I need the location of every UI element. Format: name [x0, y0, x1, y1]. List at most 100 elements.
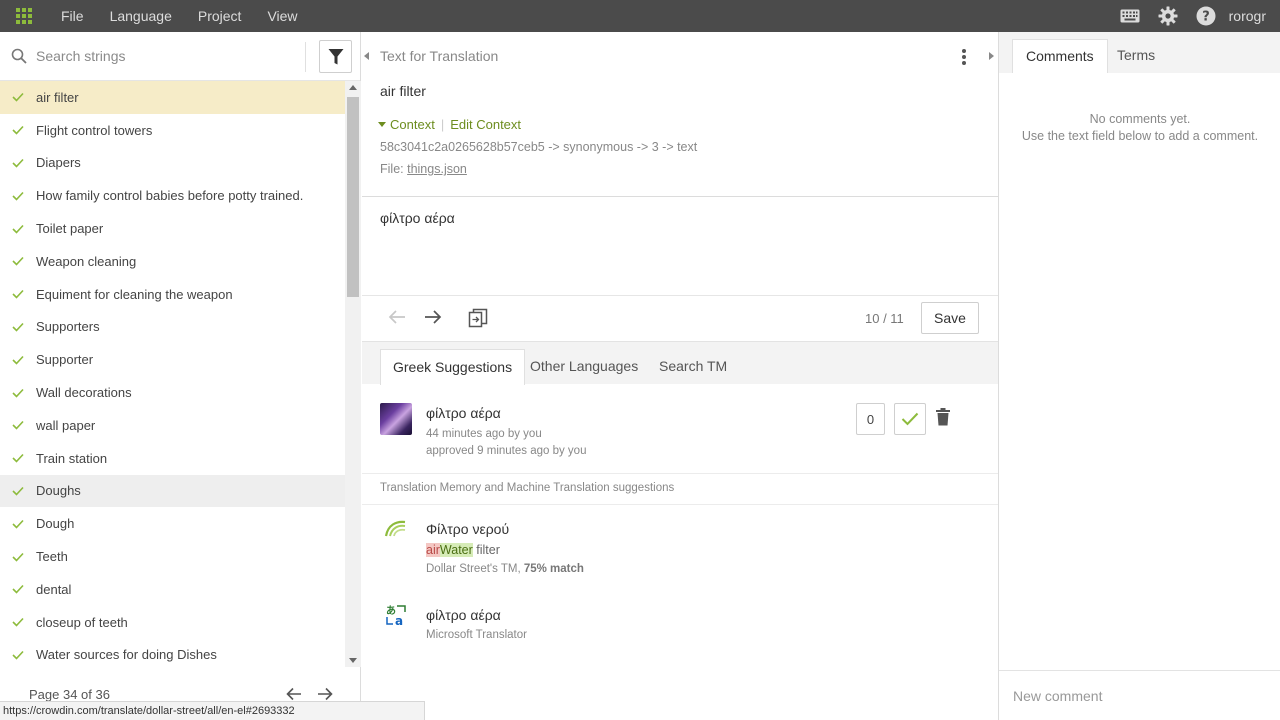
- string-label: Wall decorations: [36, 385, 132, 401]
- no-comments-hint: Use the text field below to add a commen…: [1021, 129, 1259, 143]
- top-bar: File Language Project View ? rorogr: [0, 0, 1280, 32]
- divider: [362, 473, 998, 474]
- string-item[interactable]: Dough: [0, 507, 345, 540]
- status-bar-url: https://crowdin.com/translate/dollar-str…: [0, 701, 425, 720]
- edit-context-link[interactable]: Edit Context: [450, 117, 521, 132]
- string-item[interactable]: Weapon cleaning: [0, 245, 345, 278]
- string-label: air filter: [36, 89, 79, 105]
- keyboard-shortcuts-button[interactable]: [1111, 0, 1149, 32]
- save-button[interactable]: Save: [921, 302, 979, 334]
- new-comment-input[interactable]: [999, 671, 1280, 720]
- string-item[interactable]: Toilet paper: [0, 212, 345, 245]
- string-counter: 10 / 11: [865, 311, 904, 326]
- string-item[interactable]: Supporters: [0, 311, 345, 344]
- keyboard-icon: [1120, 9, 1140, 23]
- check-icon: [0, 388, 36, 398]
- username[interactable]: rorogr: [1225, 8, 1280, 24]
- search-input[interactable]: [30, 42, 298, 70]
- tab-other-languages[interactable]: Other Languages: [518, 349, 650, 385]
- string-item[interactable]: Teeth: [0, 540, 345, 573]
- copy-source-icon[interactable]: [468, 308, 488, 328]
- check-icon: [901, 412, 919, 426]
- string-item[interactable]: Diapers: [0, 147, 345, 180]
- string-item[interactable]: Equiment for cleaning the weapon: [0, 278, 345, 311]
- check-icon: [0, 453, 36, 463]
- mt-suggestion-text[interactable]: φίλτρο αέρα: [426, 607, 501, 623]
- divider: [362, 295, 998, 296]
- string-label: How family control babies before potty t…: [36, 188, 304, 204]
- string-label: Doughs: [36, 483, 81, 499]
- approve-button[interactable]: [894, 403, 926, 435]
- check-icon: [0, 617, 36, 627]
- tm-suggestion-text[interactable]: Φίλτρο νερού: [426, 521, 509, 537]
- check-icon: [0, 224, 36, 234]
- tm-diff: airWater filter: [426, 543, 500, 557]
- filter-button[interactable]: [319, 40, 352, 73]
- tab-greek-suggestions[interactable]: Greek Suggestions: [380, 349, 526, 385]
- string-list-scrollbar[interactable]: [345, 81, 361, 667]
- next-page-arrow-icon[interactable]: [317, 687, 333, 701]
- string-item[interactable]: dental: [0, 573, 345, 606]
- svg-text:?: ?: [1202, 10, 1210, 25]
- svg-text:a: a: [395, 614, 403, 626]
- search-divider: [305, 42, 306, 72]
- string-item[interactable]: air filter: [0, 81, 345, 114]
- file-link[interactable]: things.json: [407, 162, 467, 176]
- string-item[interactable]: Supporter: [0, 343, 345, 376]
- string-item[interactable]: Train station: [0, 442, 345, 475]
- prev-string-arrow-icon[interactable]: [388, 309, 406, 325]
- diff-deleted: air: [426, 543, 440, 557]
- more-options-icon[interactable]: [958, 47, 970, 67]
- file-label: File:: [380, 162, 404, 176]
- menu-file[interactable]: File: [48, 0, 97, 32]
- context-row: Context | Edit Context: [378, 117, 521, 132]
- caret-down-icon: [378, 122, 386, 127]
- no-comments-message: No comments yet. Use the text field belo…: [999, 111, 1280, 145]
- no-comments-line: No comments yet.: [1089, 112, 1191, 126]
- context-key: 58c3041c2a0265628b57ceb5 -> synonymous -…: [380, 140, 698, 154]
- menu-project[interactable]: Project: [185, 0, 255, 32]
- string-item[interactable]: Doughs: [0, 474, 345, 508]
- tab-terms[interactable]: Terms: [1104, 39, 1168, 73]
- scroll-down-arrow-icon[interactable]: [349, 658, 357, 663]
- string-label: wall paper: [36, 417, 96, 433]
- string-item[interactable]: Water sources for doing Dishes: [0, 639, 345, 667]
- vote-count[interactable]: 0: [856, 403, 885, 435]
- suggestions-tabs: Greek Suggestions Other Languages Search…: [362, 341, 998, 385]
- tm-logo-icon: [384, 520, 406, 537]
- right-tabs: Comments Terms: [999, 32, 1280, 73]
- string-label: Equiment for cleaning the weapon: [36, 286, 233, 302]
- menu-language[interactable]: Language: [97, 0, 185, 32]
- string-label: Water sources for doing Dishes: [36, 647, 217, 663]
- trash-icon[interactable]: [936, 408, 950, 426]
- context-toggle[interactable]: Context: [390, 117, 435, 132]
- string-label: Diapers: [36, 155, 81, 171]
- scroll-up-arrow-icon[interactable]: [349, 85, 357, 90]
- string-item[interactable]: Wall decorations: [0, 376, 345, 409]
- strings-panel: air filter Flight control towers Diapers…: [0, 32, 361, 720]
- collapse-right-panel-icon[interactable]: [989, 52, 994, 60]
- string-item[interactable]: How family control babies before potty t…: [0, 179, 345, 212]
- check-icon: [0, 519, 36, 529]
- check-icon: [0, 158, 36, 168]
- collapse-left-panel-icon[interactable]: [364, 52, 369, 60]
- string-item[interactable]: Flight control towers: [0, 114, 345, 147]
- help-icon: ?: [1196, 6, 1216, 26]
- string-label: Train station: [36, 450, 108, 466]
- scroll-thumb[interactable]: [347, 97, 359, 297]
- prev-page-arrow-icon[interactable]: [286, 687, 302, 701]
- tab-search-tm[interactable]: Search TM: [647, 349, 739, 385]
- menu-view[interactable]: View: [254, 0, 310, 32]
- settings-button[interactable]: [1149, 0, 1187, 32]
- string-label: Dough: [36, 516, 75, 532]
- apps-grid-button[interactable]: [0, 0, 48, 32]
- next-string-arrow-icon[interactable]: [424, 309, 442, 325]
- tab-comments[interactable]: Comments: [1012, 39, 1108, 73]
- string-item[interactable]: wall paper: [0, 409, 345, 442]
- string-item[interactable]: closeup of teeth: [0, 606, 345, 639]
- help-button[interactable]: ?: [1187, 0, 1225, 32]
- translation-input[interactable]: φίλτρο αέρα: [362, 197, 998, 295]
- suggestion-text[interactable]: φίλτρο αέρα: [426, 405, 501, 421]
- check-icon: [0, 584, 36, 594]
- check-icon: [0, 289, 36, 299]
